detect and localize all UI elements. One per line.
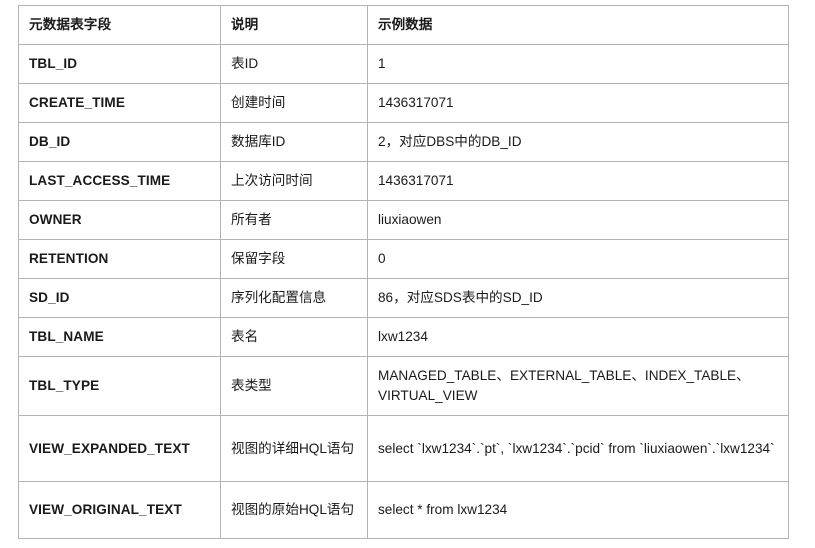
- field-sample: select `lxw1234`.`pt`, `lxw1234`.`pcid` …: [378, 440, 775, 456]
- cell-sample: liuxiaowen: [367, 200, 789, 240]
- field-name: OWNER: [29, 212, 82, 228]
- column-header-sample-label: 示例数据: [378, 17, 433, 33]
- table-row: TBL_NAME 表名 lxw1234: [18, 317, 789, 357]
- field-sample: 1436317071: [378, 95, 454, 111]
- cell-field: LAST_ACCESS_TIME: [18, 161, 221, 201]
- field-name: LAST_ACCESS_TIME: [29, 173, 171, 189]
- cell-field: SD_ID: [18, 278, 221, 318]
- page-root: 元数据表字段 说明 示例数据 TBL_ID 表ID 1 CREATE_TIME …: [0, 0, 815, 548]
- cell-description: 表ID: [220, 44, 368, 84]
- cell-field: VIEW_ORIGINAL_TEXT: [18, 481, 221, 539]
- field-description: 表名: [231, 329, 259, 345]
- field-sample: MANAGED_TABLE、EXTERNAL_TABLE、INDEX_TABLE…: [378, 368, 750, 403]
- field-name: CREATE_TIME: [29, 95, 126, 111]
- table-row: SD_ID 序列化配置信息 86，对应SDS表中的SD_ID: [18, 278, 789, 318]
- cell-sample: 86，对应SDS表中的SD_ID: [367, 278, 789, 318]
- column-header-sample: 示例数据: [367, 5, 789, 45]
- cell-description: 数据库ID: [220, 122, 368, 162]
- cell-field: OWNER: [18, 200, 221, 240]
- field-name: VIEW_ORIGINAL_TEXT: [29, 502, 182, 518]
- field-description: 数据库ID: [231, 134, 286, 150]
- column-header-description: 说明: [220, 5, 368, 45]
- cell-sample: 2，对应DBS中的DB_ID: [367, 122, 789, 162]
- cell-description: 所有者: [220, 200, 368, 240]
- table-head: 元数据表字段 说明 示例数据: [18, 5, 789, 45]
- column-header-field: 元数据表字段: [18, 5, 221, 45]
- cell-sample: MANAGED_TABLE、EXTERNAL_TABLE、INDEX_TABLE…: [367, 356, 789, 416]
- cell-sample: lxw1234: [367, 317, 789, 357]
- table-header-row: 元数据表字段 说明 示例数据: [18, 5, 789, 45]
- cell-field: DB_ID: [18, 122, 221, 162]
- cell-description: 上次访问时间: [220, 161, 368, 201]
- field-description: 视图的详细HQL语句: [231, 440, 355, 456]
- field-description: 所有者: [231, 212, 272, 228]
- cell-field: TBL_TYPE: [18, 356, 221, 416]
- field-name: RETENTION: [29, 251, 109, 267]
- table-body: TBL_ID 表ID 1 CREATE_TIME 创建时间 1436317071: [18, 44, 789, 539]
- cell-field: CREATE_TIME: [18, 83, 221, 123]
- cell-field: RETENTION: [18, 239, 221, 279]
- field-description: 上次访问时间: [231, 173, 313, 189]
- cell-sample: 1436317071: [367, 161, 789, 201]
- field-sample: 1436317071: [378, 173, 454, 189]
- table-row: LAST_ACCESS_TIME 上次访问时间 1436317071: [18, 161, 789, 201]
- table-row: RETENTION 保留字段 0: [18, 239, 789, 279]
- cell-description: 表类型: [220, 356, 368, 416]
- table-row: TBL_ID 表ID 1: [18, 44, 789, 84]
- cell-field: TBL_ID: [18, 44, 221, 84]
- field-description: 视图的原始HQL语句: [231, 502, 355, 518]
- cell-sample: select * from lxw1234: [367, 481, 789, 539]
- field-sample: liuxiaowen: [378, 212, 442, 228]
- table-row: OWNER 所有者 liuxiaowen: [18, 200, 789, 240]
- cell-sample: select `lxw1234`.`pt`, `lxw1234`.`pcid` …: [367, 415, 789, 482]
- table-row: VIEW_ORIGINAL_TEXT 视图的原始HQL语句 select * f…: [18, 481, 789, 539]
- cell-description: 序列化配置信息: [220, 278, 368, 318]
- field-sample: select * from lxw1234: [378, 502, 508, 518]
- table-row: CREATE_TIME 创建时间 1436317071: [18, 83, 789, 123]
- field-sample: 2，对应DBS中的DB_ID: [378, 134, 522, 150]
- cell-sample: 0: [367, 239, 789, 279]
- field-sample: 86，对应SDS表中的SD_ID: [378, 290, 543, 306]
- field-sample: 0: [378, 251, 386, 267]
- field-name: TBL_ID: [29, 56, 78, 72]
- column-header-field-label: 元数据表字段: [29, 17, 112, 33]
- cell-field: TBL_NAME: [18, 317, 221, 357]
- field-description: 保留字段: [231, 251, 286, 267]
- cell-field: VIEW_EXPANDED_TEXT: [18, 415, 221, 482]
- field-description: 表类型: [231, 378, 272, 394]
- cell-description: 视图的原始HQL语句: [220, 481, 368, 539]
- column-header-description-label: 说明: [231, 17, 259, 33]
- field-name: VIEW_EXPANDED_TEXT: [29, 440, 190, 456]
- cell-description: 视图的详细HQL语句: [220, 415, 368, 482]
- field-sample: lxw1234: [378, 329, 428, 345]
- field-name: TBL_TYPE: [29, 378, 100, 394]
- field-name: DB_ID: [29, 134, 71, 150]
- table-row: TBL_TYPE 表类型 MANAGED_TABLE、EXTERNAL_TABL…: [18, 356, 789, 416]
- cell-sample: 1: [367, 44, 789, 84]
- field-description: 表ID: [231, 56, 259, 72]
- cell-description: 表名: [220, 317, 368, 357]
- field-description: 序列化配置信息: [231, 290, 327, 306]
- table-row: VIEW_EXPANDED_TEXT 视图的详细HQL语句 select `lx…: [18, 415, 789, 482]
- cell-description: 创建时间: [220, 83, 368, 123]
- field-description: 创建时间: [231, 95, 286, 111]
- field-name: TBL_NAME: [29, 329, 104, 345]
- field-sample: 1: [378, 56, 386, 72]
- cell-sample: 1436317071: [367, 83, 789, 123]
- metadata-table: 元数据表字段 说明 示例数据 TBL_ID 表ID 1 CREATE_TIME …: [18, 5, 789, 539]
- cell-description: 保留字段: [220, 239, 368, 279]
- field-name: SD_ID: [29, 290, 70, 306]
- table-row: DB_ID 数据库ID 2，对应DBS中的DB_ID: [18, 122, 789, 162]
